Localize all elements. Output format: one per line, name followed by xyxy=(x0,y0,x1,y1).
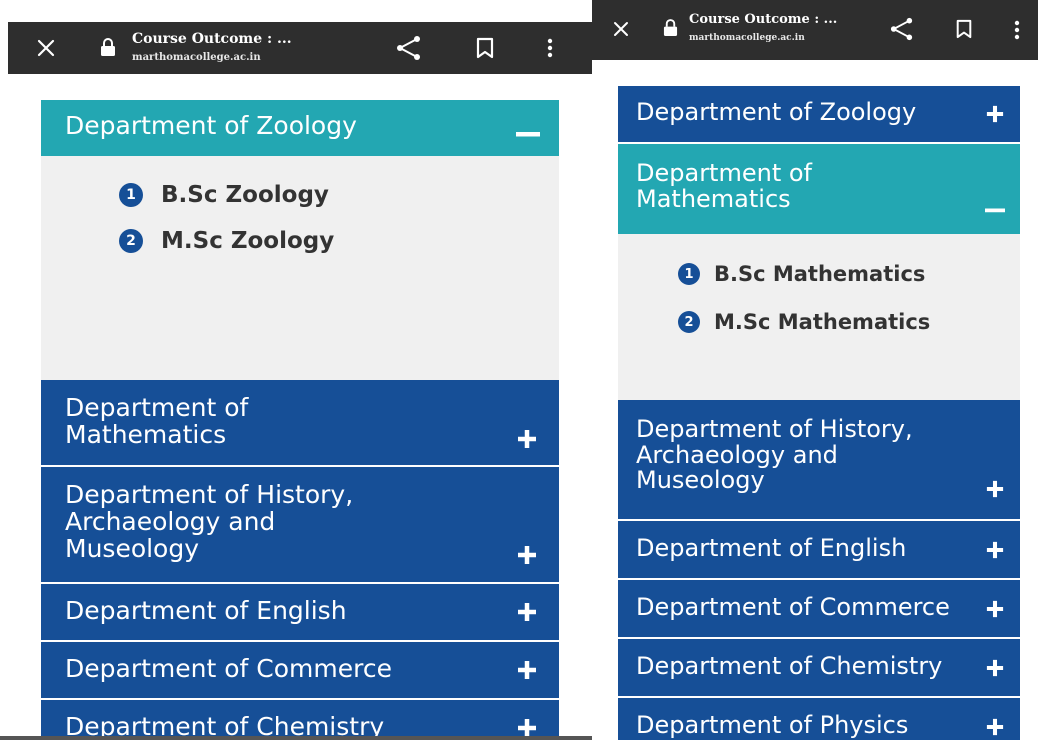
accordion-header-label: Department of English xyxy=(636,534,907,562)
close-icon[interactable] xyxy=(36,38,56,63)
bookmark-icon[interactable] xyxy=(955,19,973,44)
department-accordion: Department of Zoology Department of Math… xyxy=(618,86,1020,740)
accordion-header-label: Department of English xyxy=(65,596,347,625)
list-item[interactable]: 2 M.Sc Zoology xyxy=(119,228,334,254)
accordion-header-english[interactable]: Department of English xyxy=(618,521,1020,578)
plus-icon xyxy=(517,429,537,454)
accordion-header-label: Department of Commerce xyxy=(636,593,950,621)
minus-icon xyxy=(985,201,1005,219)
more-vertical-icon[interactable] xyxy=(546,37,554,64)
minus-icon xyxy=(516,125,540,143)
plus-icon xyxy=(986,600,1004,623)
accordion-header-label: Department of History, Archaeology and M… xyxy=(636,415,913,495)
accordion-header-commerce[interactable]: Department of Commerce xyxy=(618,580,1020,637)
plus-icon xyxy=(986,659,1004,682)
accordion-header-label: Department of Mathematics xyxy=(636,159,812,213)
accordion-header-label: Department of Physics xyxy=(636,711,909,739)
program-link[interactable]: B.Sc Zoology xyxy=(161,182,329,208)
accordion-header-english[interactable]: Department of English xyxy=(41,584,559,640)
list-number-badge: 1 xyxy=(119,183,143,207)
accordion-header-mathematics[interactable]: Department of Mathematics xyxy=(41,380,559,465)
department-accordion: Department of Zoology 1 B.Sc Zoology 2 M… xyxy=(41,100,559,740)
browser-toolbar: Course Outcome : ... marthomacollege.ac.… xyxy=(8,22,592,74)
bookmark-icon[interactable] xyxy=(475,37,495,64)
share-icon[interactable] xyxy=(395,35,423,66)
accordion-header-physics[interactable]: Department of Physics xyxy=(618,698,1020,740)
accordion-header-label: Department of History, Archaeology and M… xyxy=(65,480,354,563)
list-number-badge: 2 xyxy=(678,311,700,333)
accordion-header-label: Department of Commerce xyxy=(65,654,392,683)
browser-toolbar: Course Outcome : ... marthomacollege.ac.… xyxy=(592,0,1038,60)
accordion-header-chemistry[interactable]: Department of Chemistry xyxy=(618,639,1020,696)
page-url[interactable]: marthomacollege.ac.in xyxy=(689,33,805,43)
accordion-header-label: Department of Zoology xyxy=(636,98,917,126)
plus-icon xyxy=(986,718,1004,740)
more-vertical-icon[interactable] xyxy=(1013,19,1021,46)
accordion-panel-zoology: 1 B.Sc Zoology 2 M.Sc Zoology xyxy=(41,156,559,380)
page-url[interactable]: marthomacollege.ac.in xyxy=(132,52,261,63)
accordion-header-label: Department of Mathematics xyxy=(65,393,249,449)
plus-icon xyxy=(517,660,537,685)
accordion-header-label: Department of Chemistry xyxy=(636,652,943,680)
plus-icon xyxy=(986,105,1004,128)
page-title: Course Outcome : ... xyxy=(689,12,838,27)
close-icon[interactable] xyxy=(612,20,630,43)
lock-icon xyxy=(663,18,678,42)
plus-icon xyxy=(986,480,1004,503)
accordion-panel-mathematics: 1 B.Sc Mathematics 2 M.Sc Mathematics xyxy=(618,234,1020,400)
list-item[interactable]: 2 M.Sc Mathematics xyxy=(678,310,930,334)
program-link[interactable]: M.Sc Mathematics xyxy=(714,310,930,334)
screen-bottom-edge xyxy=(0,736,592,740)
accordion-header-label: Department of Zoology xyxy=(65,111,357,140)
page-title: Course Outcome : ... xyxy=(132,31,292,47)
right-screenshot: Course Outcome : ... marthomacollege.ac.… xyxy=(592,0,1038,740)
share-icon[interactable] xyxy=(889,17,915,46)
lock-icon xyxy=(100,37,116,62)
accordion-header-commerce[interactable]: Department of Commerce xyxy=(41,642,559,698)
list-item[interactable]: 1 B.Sc Zoology xyxy=(119,182,329,208)
program-link[interactable]: B.Sc Mathematics xyxy=(714,262,925,286)
accordion-header-zoology[interactable]: Department of Zoology xyxy=(618,86,1020,142)
accordion-header-history[interactable]: Department of History, Archaeology and M… xyxy=(41,467,559,582)
accordion-header-zoology[interactable]: Department of Zoology xyxy=(41,100,559,156)
list-number-badge: 1 xyxy=(678,263,700,285)
accordion-header-mathematics[interactable]: Department of Mathematics xyxy=(618,144,1020,234)
program-link[interactable]: M.Sc Zoology xyxy=(161,228,334,254)
accordion-header-chemistry[interactable]: Department of Chemistry xyxy=(41,700,559,740)
left-screenshot: Course Outcome : ... marthomacollege.ac.… xyxy=(0,0,592,740)
list-number-badge: 2 xyxy=(119,229,143,253)
list-item[interactable]: 1 B.Sc Mathematics xyxy=(678,262,925,286)
plus-icon xyxy=(986,541,1004,564)
plus-icon xyxy=(517,602,537,627)
accordion-header-history[interactable]: Department of History, Archaeology and M… xyxy=(618,400,1020,519)
plus-icon xyxy=(517,545,537,570)
